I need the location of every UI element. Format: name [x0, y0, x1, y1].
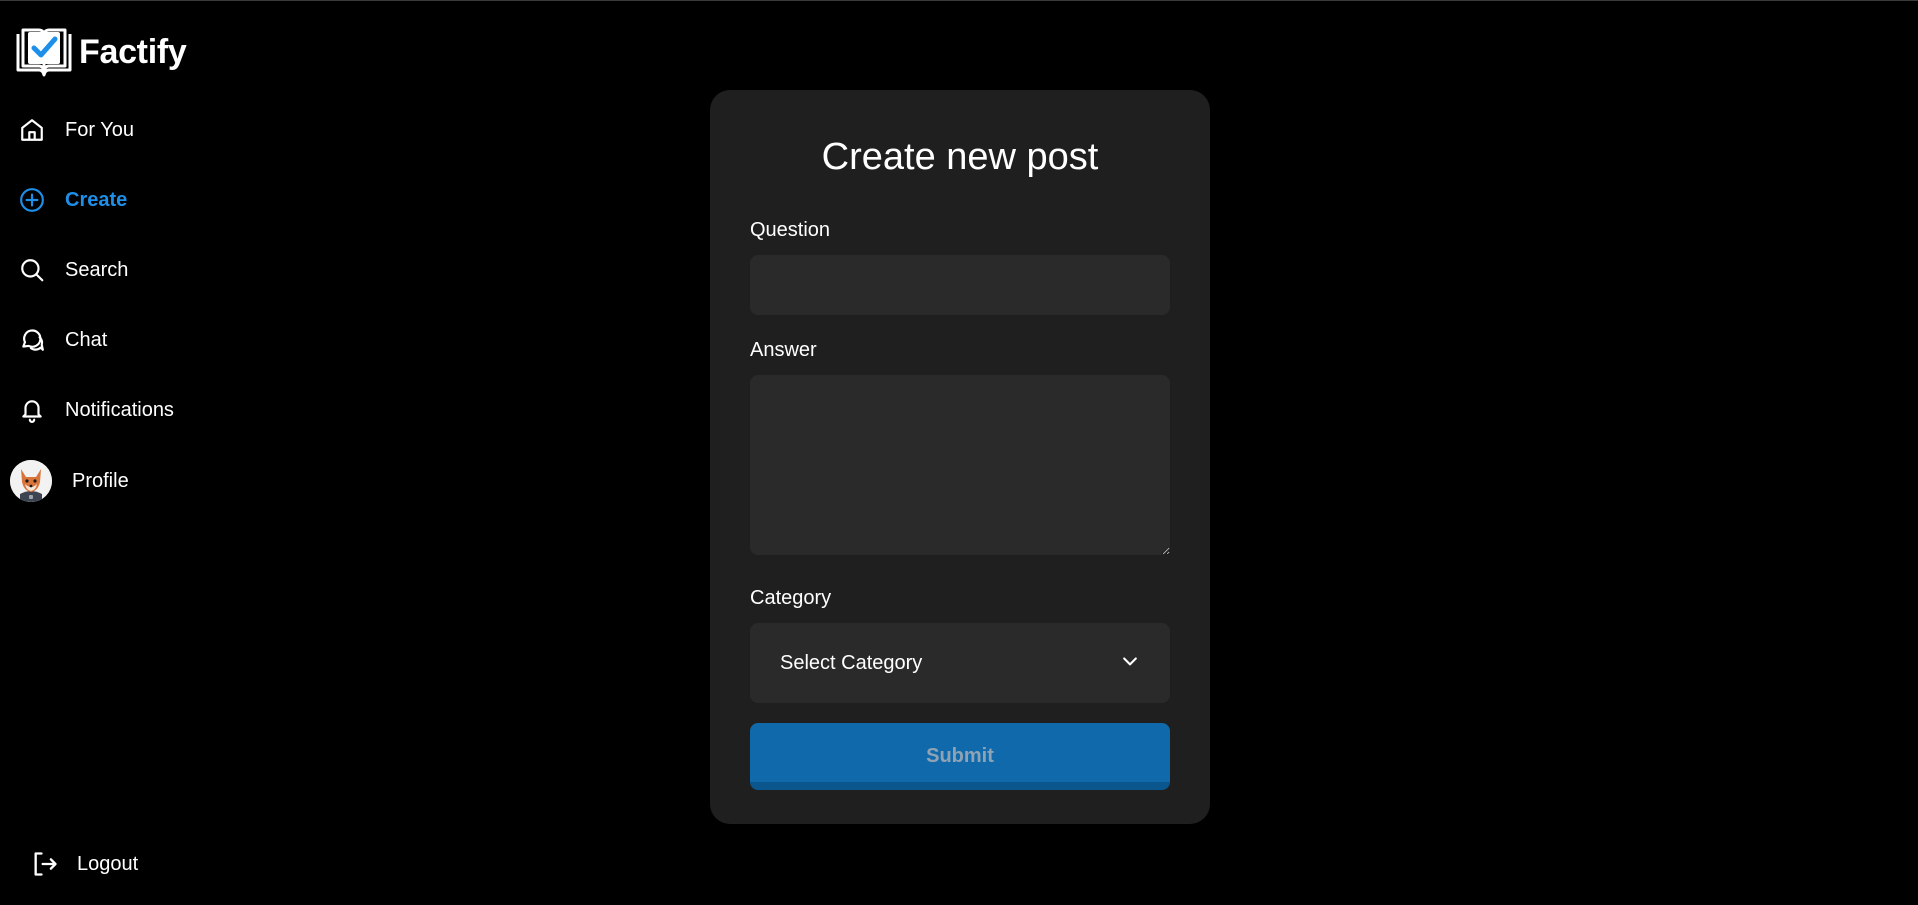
- sidebar-item-notifications[interactable]: Notifications: [18, 396, 174, 424]
- sidebar-item-label: Search: [65, 258, 129, 281]
- logout-label: Logout: [77, 852, 139, 875]
- chat-icon: [18, 326, 46, 354]
- avatar: [10, 460, 52, 502]
- question-input[interactable]: [750, 255, 1170, 315]
- app-name: Factify: [79, 32, 187, 71]
- page-title: Create new post: [821, 136, 1099, 178]
- search-icon: [18, 256, 46, 284]
- submit-button[interactable]: Submit: [750, 723, 1170, 790]
- sidebar-item-label: For You: [65, 118, 134, 141]
- home-icon: [18, 116, 46, 144]
- fox-avatar-icon: [10, 460, 52, 502]
- sidebar-item-label: Profile: [72, 469, 129, 492]
- answer-label: Answer: [750, 339, 817, 361]
- create-post-card: Create new post Question Answer Category…: [710, 90, 1210, 824]
- sidebar-item-search[interactable]: Search: [18, 256, 128, 284]
- sidebar-item-label: Create: [65, 188, 128, 211]
- plus-circle-icon: [18, 186, 46, 214]
- sidebar-item-create[interactable]: Create: [18, 186, 127, 214]
- sidebar-item-for-you[interactable]: For You: [18, 116, 134, 144]
- category-select[interactable]: Select Category: [750, 623, 1170, 703]
- book-check-icon: [16, 28, 72, 77]
- answer-textarea[interactable]: [750, 375, 1170, 555]
- sidebar-item-label: Chat: [65, 328, 108, 351]
- logout-button[interactable]: Logout: [31, 850, 138, 878]
- sidebar-item-chat[interactable]: Chat: [18, 326, 107, 354]
- top-border: [0, 0, 1918, 1]
- bell-icon: [18, 396, 46, 424]
- sidebar-item-label: Notifications: [65, 398, 174, 421]
- category-selected-value: Select Category: [780, 651, 923, 674]
- category-label: Category: [750, 587, 832, 609]
- logout-icon: [31, 850, 59, 878]
- question-label: Question: [750, 219, 831, 241]
- app-logo[interactable]: Factify: [15, 26, 187, 78]
- sidebar-item-profile[interactable]: Profile: [10, 460, 129, 502]
- chevron-down-icon: [1120, 651, 1140, 676]
